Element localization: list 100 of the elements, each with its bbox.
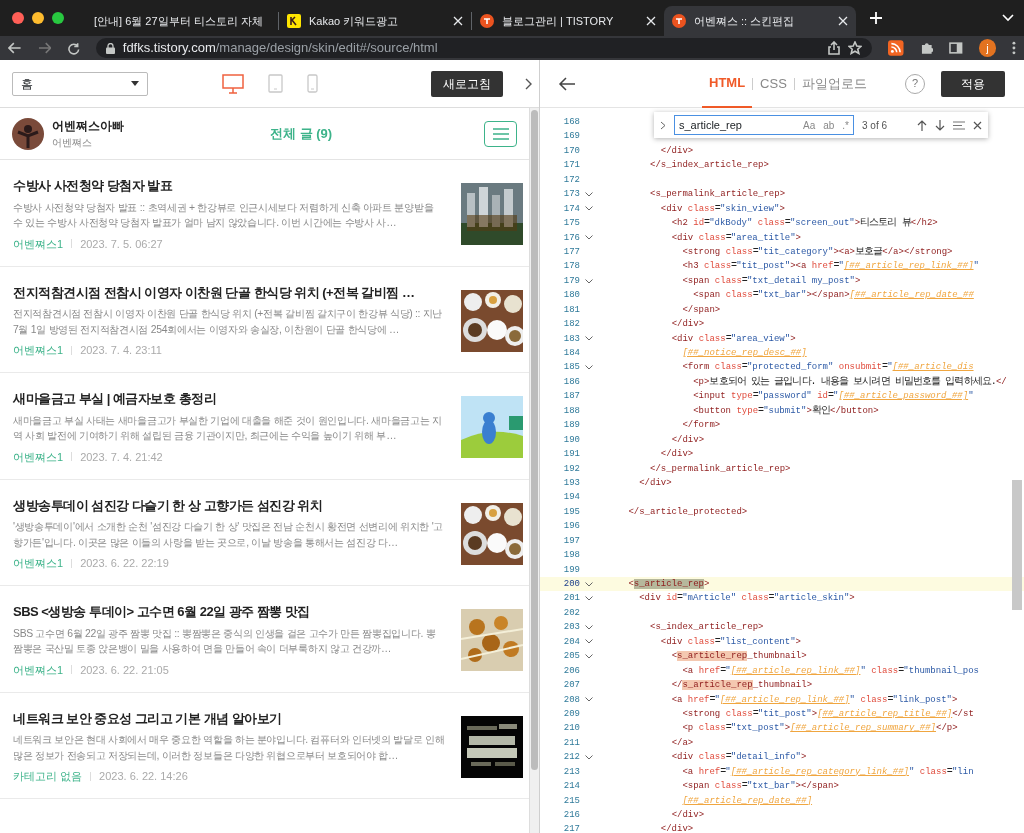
line-number: 215 <box>562 794 580 808</box>
sidebar-icon[interactable] <box>949 42 963 54</box>
line-number: 168 <box>562 116 580 129</box>
code-text: </s_article_protected> <box>627 505 748 519</box>
line-number: 175 <box>562 217 580 231</box>
find-in-selection-icon[interactable] <box>953 120 965 130</box>
code-text: </s_permalink_article_rep> <box>649 462 791 476</box>
code-text: <span class="txt_bar"></span> <box>681 779 839 794</box>
line-number: 190 <box>562 433 580 447</box>
share-icon[interactable] <box>828 41 840 55</box>
line-number: 187 <box>562 390 580 404</box>
post-summary: SBS 고수면 6월 22일 광주 짬뽕 맛집 :: 뽕짬뽕은 중식의 인생을 걸은 고수가 만든 짬뽕집입니다. 뽕짬뽕은 국산밀 토종 앉은뱅이 밀을 사용하여 면을 만들어 속이 더부룩하지 않고 건강까… <box>13 626 437 656</box>
new-tab-icon[interactable] <box>870 12 882 24</box>
post-title[interactable]: 새마을금고 부실 | 예금자보호 총정리 <box>13 389 445 409</box>
rss-icon[interactable] <box>888 40 904 56</box>
fold-chevron-icon[interactable] <box>585 365 593 371</box>
line-number: 178 <box>562 260 580 274</box>
fold-chevron-icon[interactable] <box>585 639 593 645</box>
code-text: </div> <box>670 318 705 332</box>
blog-name: 어벤쪄스아빠 <box>52 118 124 135</box>
fold-chevron-icon[interactable] <box>585 625 593 631</box>
code-text: <div class="list_content"> <box>659 634 801 649</box>
line-number: 186 <box>562 375 580 389</box>
apply-button[interactable]: 적용 <box>941 70 1005 97</box>
fold-chevron-icon[interactable] <box>585 278 593 284</box>
post-title[interactable]: 네트워크 보안 중요성 그리고 기본 개념 알아보기 <box>13 708 445 728</box>
address-bar[interactable]: fdfks.tistory.com/manage/design/skin/edit#/source/html <box>95 38 872 58</box>
back-icon[interactable] <box>8 42 22 54</box>
fold-chevron-icon[interactable] <box>585 581 593 587</box>
post-date: 2023. 6. 22. 14:26 <box>99 769 188 784</box>
scrollbar-thumb[interactable] <box>531 110 538 770</box>
find-option[interactable]: ab <box>823 117 835 133</box>
fold-chevron-icon[interactable] <box>585 596 593 602</box>
minimize-window-icon[interactable] <box>32 12 44 24</box>
code-text: <s_permalink_article_rep> <box>649 188 786 202</box>
code-text: <span class="txt_bar"></span>[##_article_rep_date_## <box>692 288 974 303</box>
code-text: <form class="protected_form" onsubmit="[##_article_dis <box>681 360 974 375</box>
fold-chevron-icon[interactable] <box>585 754 593 760</box>
line-number: 183 <box>562 332 580 346</box>
post-title[interactable]: SBS <생방송 투데이> 고수면 6월 22일 광주 짬뽕 맛집 <box>13 602 445 622</box>
browser-tab[interactable]: 블로그관리 | TISTORY <box>472 6 664 36</box>
help-button[interactable]: ? <box>905 73 925 94</box>
next-match-icon[interactable] <box>935 119 945 131</box>
expand-replace-icon[interactable] <box>660 120 666 130</box>
line-number: 198 <box>562 549 580 563</box>
fold-chevron-icon[interactable] <box>585 697 593 703</box>
fold-chevron-icon[interactable] <box>585 653 593 659</box>
fold-chevron-icon[interactable] <box>585 336 593 342</box>
code-text: </div> <box>638 476 672 490</box>
find-option[interactable]: Aa <box>802 117 816 133</box>
code-text: <h2 id="dkBody" class="screen_out">티스토리 뷰</h2> <box>670 216 938 231</box>
tistory-favicon-icon <box>672 14 686 28</box>
back-arrow-icon[interactable] <box>558 76 576 91</box>
code-text: </div> <box>659 448 694 462</box>
line-number: 195 <box>562 505 580 519</box>
post-date: 2023. 6. 22. 22:19 <box>80 556 169 571</box>
line-number: 173 <box>562 188 580 202</box>
code-text: <a href="[##_article_rep_link_##]" class="link_post"> <box>670 692 958 707</box>
line-number: 194 <box>562 491 580 505</box>
bookmark-star-icon[interactable] <box>848 41 862 55</box>
post-title[interactable]: 수방사 사전청약 당첨자 발표 <box>13 176 445 196</box>
code-text: <input type="password" id="[##_article_password_##]" <box>692 389 974 404</box>
editor-tab[interactable]: 파일업로드 <box>794 60 874 108</box>
line-number: 211 <box>562 736 580 750</box>
post-title[interactable]: 전지적참견시점 전참시 이영자 이찬원 단골 한식당 위치 (+전복 갈비찜 … <box>13 282 445 302</box>
fold-chevron-icon[interactable] <box>585 191 593 197</box>
page-select[interactable]: 홈 <box>12 71 148 96</box>
code-text: <h3 class="tit_post"><a href="[##_article_rep_link_##]" <box>681 259 979 274</box>
code-text: </s_index_article_rep> <box>649 159 769 173</box>
post-title[interactable]: 생방송투데이 섬진강 다슬기 한 상 고향가든 섬진강 위치 <box>13 495 445 515</box>
zoom-window-icon[interactable] <box>52 12 64 24</box>
previous-match-icon[interactable] <box>917 119 927 131</box>
line-number: 196 <box>562 520 580 534</box>
post-summary: 네트워크 보안은 현대 사회에서 매우 중요한 역할을 하는 분야입니다. 컴퓨터와 인터넷의 발달로 인해 많은 정보가 전송되고 저장되는데, 이러한 정보들은 다양한 위협으로부터 보호되어야 합… <box>13 733 445 763</box>
line-number: 204 <box>562 635 580 649</box>
browser-tab[interactable]: 어벤쪄스 :: 스킨편집 <box>664 6 856 36</box>
browser-tab[interactable]: Kakao 키워드광고 <box>279 6 471 36</box>
close-window-icon[interactable] <box>12 12 24 24</box>
editor-tab[interactable]: CSS <box>753 60 794 108</box>
line-number: 181 <box>562 303 580 317</box>
fold-chevron-icon[interactable] <box>585 206 593 212</box>
tab-list-icon[interactable] <box>1002 14 1014 22</box>
line-number: 213 <box>562 765 580 779</box>
browser-tab[interactable]: [안내] 6월 27일부터 티스토리 자체 <box>86 6 278 36</box>
forward-icon[interactable] <box>37 42 52 54</box>
refresh-button[interactable]: 새로고침 <box>431 70 503 97</box>
more-icon[interactable] <box>1012 41 1016 55</box>
fold-chevron-icon[interactable] <box>585 235 593 241</box>
line-number: 184 <box>562 347 580 360</box>
find-option[interactable]: .* <box>842 117 849 133</box>
code-text: <div class="area_title"> <box>670 230 801 245</box>
reload-icon[interactable] <box>67 41 80 55</box>
line-number: 199 <box>562 563 580 577</box>
find-input[interactable]: s_article_rep Aa ab .* <box>674 115 854 135</box>
close-icon[interactable] <box>973 120 982 130</box>
blog-subtitle: 어벤쪄스 <box>52 136 93 150</box>
line-number: 201 <box>562 592 580 606</box>
scrollbar-thumb[interactable] <box>1012 480 1022 610</box>
puzzle-icon[interactable] <box>919 41 934 55</box>
menu-button[interactable] <box>484 120 517 147</box>
